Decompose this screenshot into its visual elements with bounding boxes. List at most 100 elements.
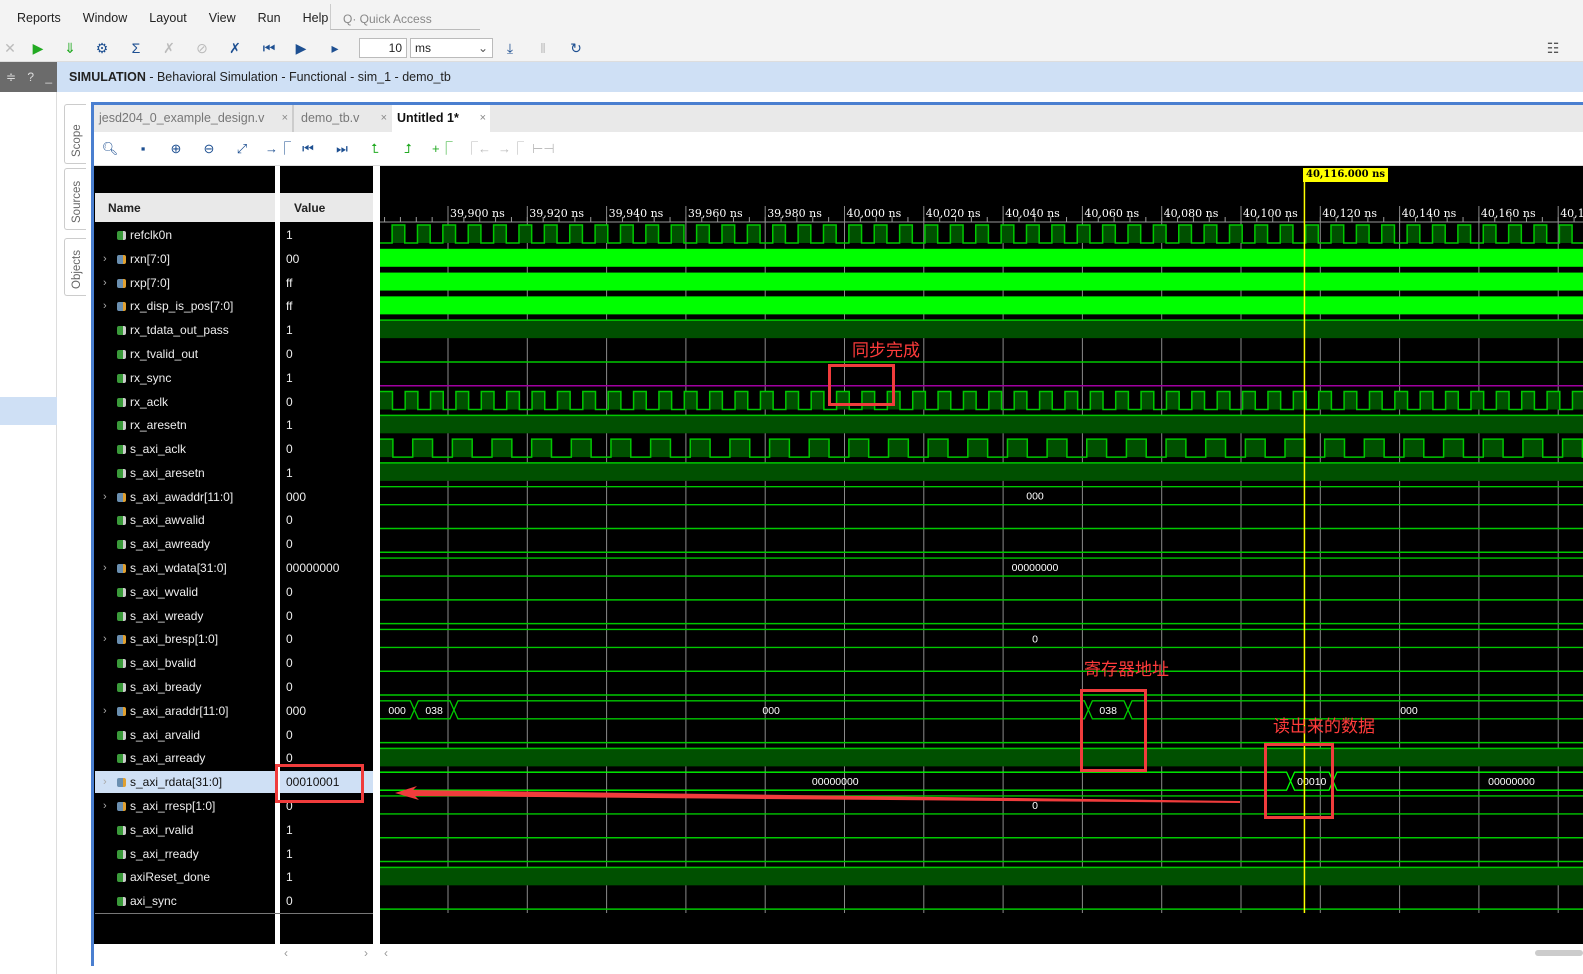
tab-jesd204-example-design[interactable]: jesd204_0_example_design.v × — [94, 105, 294, 132]
run-all-icon[interactable]: ▶ — [28, 39, 48, 57]
signal-name-row[interactable]: › s_axi_wdata[31:0] — [95, 557, 275, 579]
menu-view[interactable]: View — [209, 11, 236, 25]
expand-chevron-icon[interactable]: › — [103, 795, 107, 817]
menu-reports[interactable]: Reports — [17, 11, 61, 25]
horizontal-scrollbar[interactable]: ‹ › ‹ — [94, 944, 1583, 966]
signal-name-row[interactable]: › s_axi_awaddr[11:0] — [95, 486, 275, 508]
value-column-header[interactable]: Value — [280, 193, 373, 222]
scroll-left-icon[interactable]: ‹ — [284, 946, 288, 960]
wave-high-fill — [571, 439, 592, 458]
download-icon[interactable]: ⤓ — [500, 39, 520, 57]
expand-chevron-icon[interactable]: › — [103, 557, 107, 579]
signal-name-row[interactable]: refclk0n — [95, 224, 275, 246]
expand-chevron-icon[interactable]: › — [103, 272, 107, 294]
expand-chevron-icon[interactable]: › — [103, 700, 107, 722]
signal-name-row[interactable]: › rx_disp_is_pos[7:0] — [95, 295, 275, 317]
scroll-right-icon[interactable]: › — [364, 946, 368, 960]
wave-high-fill — [1007, 439, 1028, 458]
close-tab-icon[interactable]: × — [480, 105, 486, 132]
left-panel-selection[interactable] — [0, 397, 57, 425]
signal-name-row[interactable]: s_axi_awvalid — [95, 509, 275, 531]
pause-icon[interactable]: ‖ — [533, 39, 553, 57]
signal-name-row[interactable]: rx_tvalid_out — [95, 343, 275, 365]
search-icon[interactable]: 🔍︎ — [100, 141, 120, 157]
expand-chevron-icon[interactable]: › — [103, 628, 107, 650]
zoom-fit-icon[interactable]: ⤢ — [232, 141, 252, 157]
run-for-icon[interactable]: ⇓ — [60, 39, 80, 57]
tab-objects[interactable]: Objects — [64, 238, 86, 296]
signal-name-row[interactable]: › s_axi_bresp[1:0] — [95, 628, 275, 650]
run-icon[interactable]: ▶ — [291, 39, 311, 57]
expand-chevron-icon[interactable]: › — [103, 295, 107, 317]
wave-scroll-left-icon[interactable]: ‹ — [384, 946, 388, 960]
menu-help[interactable]: Help — [303, 11, 329, 25]
menu-window[interactable]: Window — [83, 11, 127, 25]
go-to-start-icon[interactable]: ⏮ — [298, 141, 318, 157]
wave-high-fill — [481, 391, 494, 410]
previous-transition-icon[interactable]: ⮤ — [365, 141, 385, 157]
wave-high-fill — [1127, 225, 1141, 243]
add-marker-icon[interactable]: +⎾ — [432, 141, 453, 157]
wave-high-fill — [1090, 391, 1104, 410]
tab-scope[interactable]: Scope — [64, 104, 86, 164]
disabled-icon[interactable]: ⊘ — [192, 39, 212, 57]
close-tab-icon[interactable]: × — [381, 105, 387, 132]
time-unit-select[interactable]: ms ⌄ — [410, 38, 493, 58]
wave-divider[interactable] — [373, 166, 380, 944]
tab-sources[interactable]: Sources — [64, 168, 86, 230]
sigma-icon[interactable]: Σ — [126, 39, 146, 57]
expand-chevron-icon[interactable]: › — [103, 248, 107, 270]
swap-cursors-icon[interactable]: ⊢⊣ — [532, 141, 555, 157]
signal-name-row[interactable]: s_axi_bready — [95, 676, 275, 698]
signal-name-row[interactable]: axiReset_done — [95, 866, 275, 888]
signal-name-row[interactable]: rx_sync — [95, 367, 275, 389]
restart-icon[interactable]: ✗ — [225, 39, 245, 57]
signal-name-row[interactable]: s_axi_rready — [95, 843, 275, 865]
relaunch-icon[interactable]: ↻ — [566, 39, 586, 57]
tab-untitled-1[interactable]: Untitled 1* × — [392, 105, 490, 132]
go-to-cursor-icon[interactable]: →⎾ — [265, 141, 291, 157]
scroll-thumb[interactable] — [1535, 950, 1583, 956]
close-icon[interactable]: ✕ — [0, 39, 20, 57]
signal-name-row[interactable]: s_axi_aresetn — [95, 462, 275, 484]
left-panel-header[interactable]: ≑ ? _ — [0, 62, 57, 92]
signal-name-row[interactable]: axi_sync — [95, 890, 275, 912]
go-to-end-icon[interactable]: ⏭ — [332, 141, 352, 157]
previous-marker-icon[interactable]: ⎾← — [465, 141, 491, 157]
name-column-header[interactable]: Name — [95, 193, 275, 222]
break-icon[interactable]: ✗ — [159, 39, 179, 57]
menu-layout[interactable]: Layout — [149, 11, 187, 25]
expand-chevron-icon[interactable]: › — [103, 771, 107, 793]
quick-access-search[interactable]: Q· Quick Access — [330, 4, 480, 30]
signal-name-row[interactable]: s_axi_wvalid — [95, 581, 275, 603]
signal-name-row[interactable]: rx_aresetn — [95, 414, 275, 436]
signal-name-row[interactable]: s_axi_bvalid — [95, 652, 275, 674]
signal-name-row[interactable]: s_axi_aclk — [95, 438, 275, 460]
close-tab-icon[interactable]: × — [282, 105, 288, 132]
settings-icon[interactable]: ⚙ — [92, 39, 112, 57]
run-for-time-icon[interactable]: ▸ — [325, 39, 345, 57]
zoom-in-icon[interactable]: ⊕ — [166, 141, 186, 157]
signal-name-row[interactable]: › s_axi_rresp[1:0] — [95, 795, 275, 817]
zoom-out-icon[interactable]: ⊖ — [199, 141, 219, 157]
step-start-icon[interactable]: ⏮ — [259, 39, 279, 57]
signal-name-row[interactable]: › s_axi_araddr[11:0] — [95, 700, 275, 722]
signal-name-row[interactable]: › s_axi_rdata[31:0] — [95, 771, 275, 794]
signal-name-row[interactable]: s_axi_arready — [95, 747, 275, 769]
signal-name-row[interactable]: s_axi_awready — [95, 533, 275, 555]
next-transition-icon[interactable]: ⮥ — [398, 141, 418, 157]
signal-name-row[interactable]: rx_aclk — [95, 391, 275, 413]
signal-name-row[interactable]: s_axi_rvalid — [95, 819, 275, 841]
expand-chevron-icon[interactable]: › — [103, 486, 107, 508]
save-icon[interactable]: ▪ — [133, 141, 153, 157]
signal-name-row[interactable]: › rxp[7:0] — [95, 272, 275, 294]
tab-demo-tb[interactable]: demo_tb.v × — [296, 105, 391, 132]
signal-name-row[interactable]: s_axi_wready — [95, 605, 275, 627]
layout-icon[interactable]: ☷ — [1543, 39, 1563, 57]
signal-name-row[interactable]: › rxn[7:0] — [95, 248, 275, 270]
next-marker-icon[interactable]: →⎾ — [498, 141, 524, 157]
menu-run[interactable]: Run — [258, 11, 281, 25]
signal-name-row[interactable]: s_axi_arvalid — [95, 724, 275, 746]
signal-name-row[interactable]: rx_tdata_out_pass — [95, 319, 275, 341]
run-time-input[interactable]: 10 — [359, 38, 407, 58]
